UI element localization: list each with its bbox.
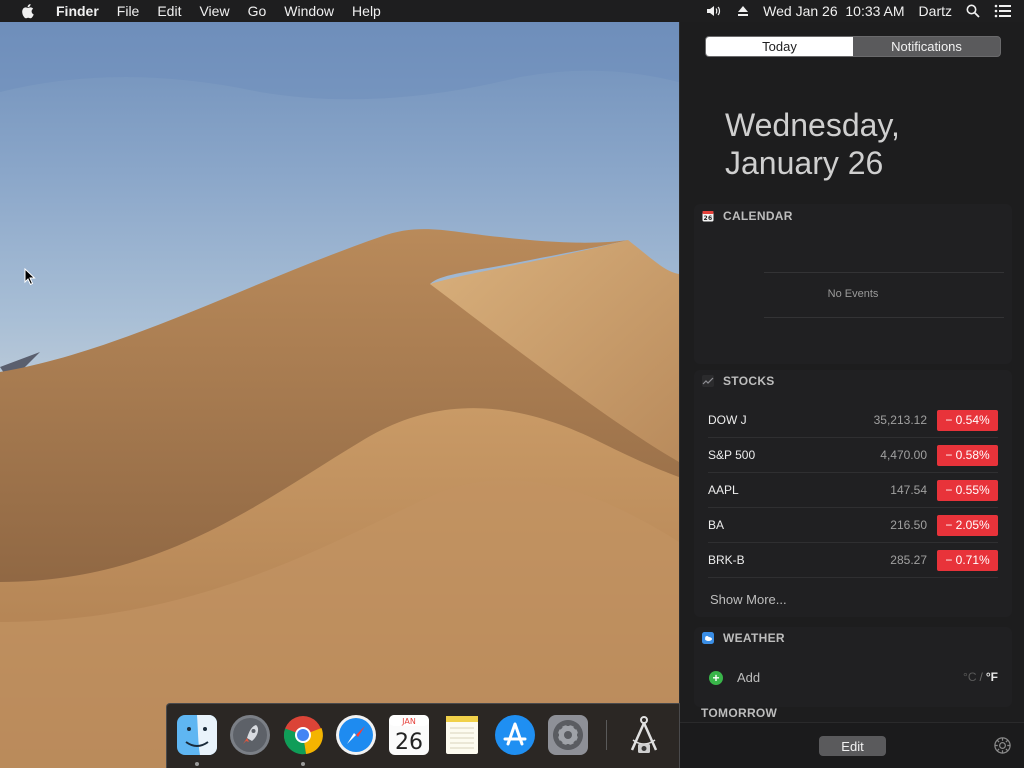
calendar-app-month: JAN	[401, 717, 416, 726]
finder-icon[interactable]	[176, 714, 218, 756]
stock-symbol: BRK-B	[708, 553, 745, 567]
stock-symbol: AAPL	[708, 483, 739, 497]
weather-add-label: Add	[737, 670, 761, 685]
menu-window[interactable]: Window	[275, 0, 343, 22]
screenshot-tool-icon[interactable]	[623, 714, 665, 756]
menu-help[interactable]: Help	[343, 0, 390, 22]
stock-symbol: BA	[708, 518, 725, 532]
calendar-app-day: 26	[395, 730, 423, 755]
menubar-user-name[interactable]: Dartz	[919, 3, 952, 19]
tab-notifications[interactable]: Notifications	[853, 37, 1000, 56]
stocks-icon	[702, 375, 714, 387]
calendar-no-events: No Events	[827, 288, 879, 300]
menu-edit[interactable]: Edit	[148, 0, 190, 22]
calendar-divider-bottom	[764, 317, 1004, 318]
stock-price: 35,213.12	[873, 413, 927, 427]
stock-price: 285.27	[890, 553, 927, 567]
stock-change-badge[interactable]: − 0.58%	[937, 444, 998, 466]
gear-icon[interactable]	[993, 736, 1012, 760]
stock-change-badge[interactable]: − 2.05%	[937, 514, 998, 536]
dock-separator	[606, 720, 607, 750]
weather-unit-toggle[interactable]: °C / °F	[963, 670, 998, 684]
stock-row[interactable]: BRK-B 285.27 − 0.71%	[708, 543, 998, 578]
stock-change-badge[interactable]: − 0.71%	[937, 549, 998, 571]
stock-row[interactable]: DOW J 35,213.12 − 0.54%	[708, 403, 998, 438]
notification-center-footer: Edit	[680, 722, 1024, 768]
menu-view[interactable]: View	[190, 0, 238, 22]
today-notifications-segmented-control: Today Notifications	[705, 36, 1001, 57]
tab-today[interactable]: Today	[706, 37, 853, 56]
stock-symbol: DOW J	[708, 413, 747, 427]
stock-row[interactable]: BA 216.50 − 2.05%	[708, 508, 998, 543]
spotlight-search-icon[interactable]	[966, 4, 980, 18]
desktop-wallpaper[interactable]	[0, 22, 679, 768]
dock: JAN 26	[166, 703, 680, 768]
menubar-clock[interactable]: Wed Jan 26 10:33 AM	[763, 3, 904, 19]
safari-icon[interactable]	[335, 714, 377, 756]
mouse-cursor-icon	[24, 268, 36, 286]
calendar-widget-header: 26 CALENDAR	[694, 205, 1012, 227]
today-date-day: January 26	[725, 145, 884, 181]
today-date-weekday: Wednesday,	[725, 107, 900, 143]
app-store-icon[interactable]	[494, 714, 536, 756]
stock-change-badge[interactable]: − 0.55%	[937, 479, 998, 501]
edit-widgets-button[interactable]: Edit	[819, 736, 886, 756]
stocks-show-more-link[interactable]: Show More...	[710, 592, 787, 607]
stock-price: 4,470.00	[880, 448, 927, 462]
notification-center-icon[interactable]	[994, 4, 1012, 18]
calendar-widget-title: CALENDAR	[723, 209, 793, 223]
chrome-icon[interactable]	[282, 714, 324, 756]
weather-widget-header: WEATHER	[694, 627, 1012, 649]
dune-illustration	[0, 22, 679, 768]
apple-menu-icon[interactable]	[0, 3, 56, 19]
stocks-widget-title: STOCKS	[723, 374, 775, 388]
unit-separator: /	[979, 670, 983, 684]
unit-celsius[interactable]: °C	[963, 670, 976, 684]
launchpad-icon[interactable]	[229, 714, 271, 756]
today-date-heading: Wednesday, January 26	[725, 106, 900, 182]
stock-row[interactable]: S&P 500 4,470.00 − 0.58%	[708, 438, 998, 473]
notification-center-panel: Today Notifications Wednesday, January 2…	[679, 22, 1024, 768]
calendar-app-icon[interactable]: JAN 26	[388, 714, 430, 756]
system-preferences-icon[interactable]	[547, 714, 589, 756]
add-plus-icon: +	[709, 670, 723, 685]
stock-price: 216.50	[890, 518, 927, 532]
menu-app-finder[interactable]: Finder	[56, 0, 108, 22]
calendar-widget: 26 CALENDAR No Events	[694, 204, 1012, 364]
weather-widget-title: WEATHER	[723, 631, 785, 645]
weather-add-location-button[interactable]: + Add	[709, 670, 760, 685]
menu-go[interactable]: Go	[239, 0, 276, 22]
notes-icon[interactable]	[441, 714, 483, 756]
stock-change-badge[interactable]: − 0.54%	[937, 409, 998, 431]
stock-symbol: S&P 500	[708, 448, 756, 462]
stocks-widget-header: STOCKS	[694, 370, 1012, 392]
calendar-icon: 26	[702, 210, 714, 222]
chrome-running-indicator	[301, 762, 305, 766]
menu-file[interactable]: File	[108, 0, 149, 22]
volume-icon[interactable]	[705, 4, 723, 18]
finder-running-indicator	[195, 762, 199, 766]
stock-price: 147.54	[890, 483, 927, 497]
stocks-widget: STOCKS DOW J 35,213.12 − 0.54% S&P 500 4…	[694, 370, 1012, 617]
eject-icon[interactable]	[737, 5, 749, 17]
stock-row[interactable]: AAPL 147.54 − 0.55%	[708, 473, 998, 508]
svg-text:26: 26	[704, 215, 713, 222]
tomorrow-widget-title: TOMORROW	[701, 706, 778, 720]
calendar-divider-top	[764, 272, 1004, 273]
menu-bar: Finder File Edit View Go Window Help Wed…	[0, 0, 1024, 22]
unit-fahrenheit[interactable]: °F	[986, 670, 998, 684]
weather-icon	[702, 632, 714, 644]
weather-widget: WEATHER + Add °C / °F	[694, 627, 1012, 707]
